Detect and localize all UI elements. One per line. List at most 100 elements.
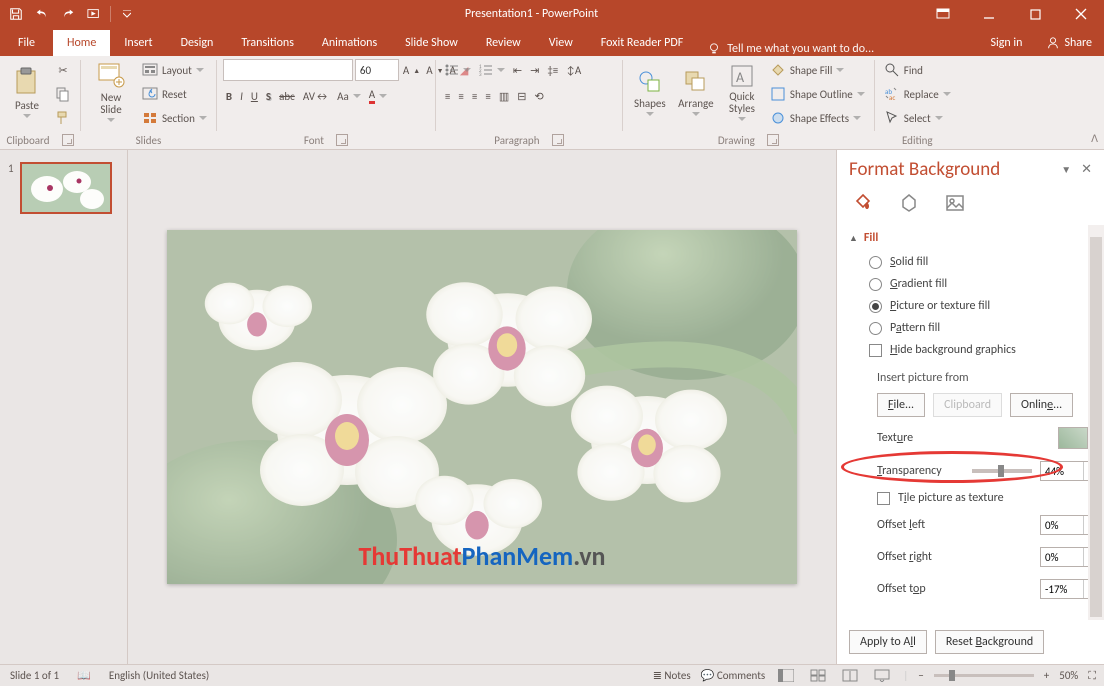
pane-tab-fill[interactable] (849, 189, 877, 217)
start-from-beginning-icon[interactable] (82, 2, 106, 26)
bold-button[interactable]: B (223, 85, 235, 107)
spell-check-icon[interactable]: 📖 (77, 669, 91, 682)
reset-background-button[interactable]: Reset Background (935, 630, 1044, 654)
pane-tab-picture[interactable] (941, 189, 969, 217)
tab-view[interactable]: View (535, 30, 587, 56)
reset-button[interactable]: Reset (139, 83, 210, 105)
font-launcher[interactable] (336, 134, 348, 146)
hide-bg-graphics-check[interactable]: Hide background graphics (849, 339, 1100, 361)
select-button[interactable]: Select (881, 107, 954, 129)
new-slide-button[interactable]: New Slide (87, 59, 135, 125)
pane-tab-effects[interactable] (895, 189, 923, 217)
close-icon[interactable] (1058, 0, 1104, 28)
pane-scrollbar[interactable] (1088, 225, 1104, 620)
tab-review[interactable]: Review (472, 30, 535, 56)
align-text-icon[interactable]: ⊟ (514, 85, 529, 107)
zoom-in-button[interactable]: + (1044, 669, 1049, 682)
section-button[interactable]: Section (139, 107, 210, 129)
change-case-button[interactable]: Aa (334, 85, 364, 107)
online-button[interactable]: Online... (1010, 393, 1073, 417)
ribbon-display-icon[interactable] (920, 0, 966, 28)
tell-me-search[interactable]: Tell me what you want to do... (697, 42, 978, 56)
text-direction-icon[interactable]: ↕A (563, 59, 584, 81)
tab-design[interactable]: Design (167, 30, 228, 56)
paragraph-launcher[interactable] (552, 134, 564, 146)
shapes-button[interactable]: Shapes (629, 59, 671, 125)
tab-file[interactable]: File (0, 30, 53, 56)
bullets-button[interactable] (442, 59, 474, 81)
decrease-indent-icon[interactable]: ⇤ (510, 59, 525, 81)
undo-icon[interactable] (30, 2, 54, 26)
tab-slideshow[interactable]: Slide Show (391, 30, 472, 56)
columns-icon[interactable]: ▥ (496, 85, 512, 107)
drawing-launcher[interactable] (767, 134, 779, 146)
cut-button[interactable]: ✂ (52, 59, 74, 81)
minimize-icon[interactable] (966, 0, 1012, 28)
format-painter-button[interactable] (52, 107, 74, 129)
reading-view-icon[interactable] (839, 667, 861, 685)
slideshow-view-icon[interactable] (871, 667, 893, 685)
sorter-view-icon[interactable] (807, 667, 829, 685)
zoom-out-button[interactable]: − (918, 669, 923, 682)
sign-in-link[interactable]: Sign in (978, 30, 1034, 56)
shape-outline-button[interactable]: Shape Outline (767, 83, 868, 105)
apply-to-all-button[interactable]: Apply to All (849, 630, 927, 654)
normal-view-icon[interactable] (775, 667, 797, 685)
increase-indent-icon[interactable]: ⇥ (527, 59, 542, 81)
arrange-button[interactable]: Arrange (675, 59, 717, 125)
copy-button[interactable] (52, 83, 74, 105)
slide-editor[interactable]: ThuThuatPhanMem.vn (128, 150, 836, 664)
comments-button[interactable]: 💬 Comments (701, 669, 766, 682)
fill-section-header[interactable]: ▲Fill (849, 225, 1100, 251)
zoom-slider[interactable] (934, 674, 1034, 677)
underline-button[interactable]: U (248, 85, 261, 107)
clipboard-launcher[interactable] (62, 134, 74, 146)
layout-button[interactable]: Layout (139, 59, 210, 81)
redo-icon[interactable] (56, 2, 80, 26)
pattern-fill-radio[interactable]: Pattern fill (849, 317, 1100, 339)
tab-home[interactable]: Home (53, 30, 110, 56)
font-family-combo[interactable] (223, 59, 353, 81)
language-status[interactable]: English (United States) (109, 669, 209, 682)
shape-fill-button[interactable]: Shape Fill (767, 59, 868, 81)
tab-foxit[interactable]: Foxit Reader PDF (587, 30, 697, 56)
line-spacing-icon[interactable]: ‡≡ (544, 59, 561, 81)
strikethrough-button[interactable]: abc (276, 85, 298, 107)
slide-thumbnail-1[interactable] (20, 162, 112, 214)
paste-button[interactable]: Paste (6, 59, 48, 125)
transparency-slider[interactable] (972, 469, 1032, 473)
font-size-combo[interactable]: 60 (355, 59, 399, 81)
solid-fill-radio[interactable]: Solid fill (849, 251, 1100, 273)
zoom-level[interactable]: 50% (1059, 669, 1078, 682)
replace-button[interactable]: abacReplace (881, 83, 954, 105)
quick-styles-button[interactable]: AQuick Styles (721, 59, 763, 125)
tab-transitions[interactable]: Transitions (227, 30, 308, 56)
italic-button[interactable]: I (237, 85, 246, 107)
shadow-button[interactable]: S (263, 85, 274, 107)
pane-menu-icon[interactable]: ▼ (1061, 163, 1071, 176)
notes-button[interactable]: ≣ Notes (653, 669, 691, 682)
gradient-fill-radio[interactable]: Gradient fill (849, 273, 1100, 295)
maximize-icon[interactable] (1012, 0, 1058, 28)
pane-close-icon[interactable]: ✕ (1081, 162, 1092, 177)
file-button[interactable]: File... (877, 393, 925, 417)
share-button[interactable]: Share (1034, 30, 1104, 56)
justify-icon[interactable]: ≡ (482, 85, 493, 107)
tile-check[interactable]: Tile picture as texture (849, 487, 1100, 509)
fit-to-window-icon[interactable]: ⛶ (1088, 669, 1096, 683)
texture-swatch[interactable] (1058, 427, 1088, 449)
font-color-button[interactable]: A (366, 85, 390, 107)
shape-effects-button[interactable]: Shape Effects (767, 107, 868, 129)
increase-font-icon[interactable]: A▲ (401, 59, 422, 81)
align-left-icon[interactable]: ≡ (442, 85, 453, 107)
qat-customize-icon[interactable] (115, 2, 139, 26)
tab-animations[interactable]: Animations (308, 30, 391, 56)
find-button[interactable]: Find (881, 59, 954, 81)
align-right-icon[interactable]: ≡ (469, 85, 480, 107)
align-center-icon[interactable]: ≡ (455, 85, 466, 107)
numbering-button[interactable]: 123 (476, 59, 508, 81)
save-icon[interactable] (4, 2, 28, 26)
slide-counter[interactable]: Slide 1 of 1 (10, 669, 59, 682)
picture-fill-radio[interactable]: Picture or texture fill (849, 295, 1100, 317)
tab-insert[interactable]: Insert (110, 30, 166, 56)
